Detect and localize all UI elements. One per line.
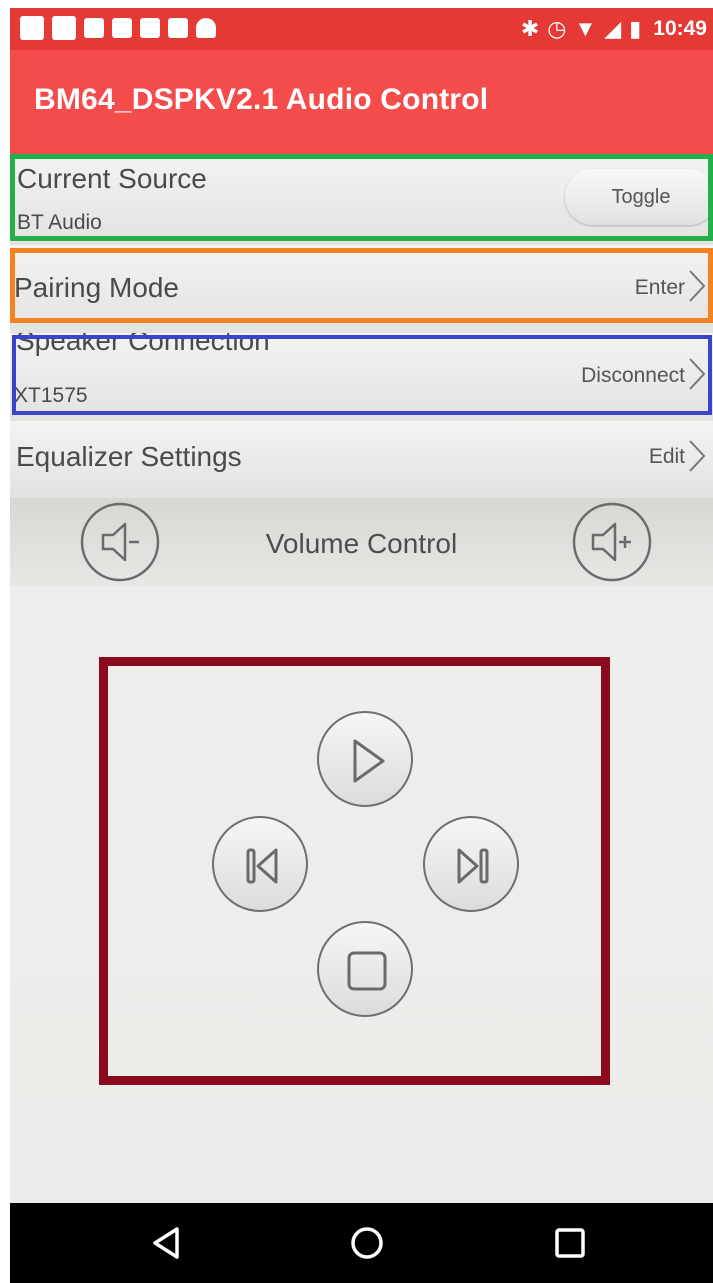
status-left-icons: [20, 16, 216, 42]
previous-track-button[interactable]: [212, 816, 308, 912]
play-icon: [353, 739, 385, 783]
pairing-mode-row[interactable]: Pairing Mode Enter: [10, 245, 713, 333]
status-right-icons: ✱ ◷ ▼ ◢ ▮ 10:49: [521, 16, 707, 42]
speaker-connection-row: Speaker Connection XT1575 Disconnect: [10, 333, 713, 421]
play-button[interactable]: [317, 711, 413, 807]
app-bar: BM64_DSPKV2.1 Audio Control: [10, 50, 713, 155]
back-icon[interactable]: [147, 1223, 187, 1263]
pairing-mode-label: Pairing Mode: [14, 272, 179, 303]
check-icon: [168, 18, 188, 38]
signal-icon: ◢: [604, 16, 622, 41]
chevron-right-icon: [689, 270, 706, 302]
android-icon: [196, 18, 216, 38]
equalizer-edit-action[interactable]: Edit: [649, 445, 685, 469]
app-notification-icon: [20, 16, 44, 40]
navigation-bar: [10, 1203, 713, 1283]
previous-track-icon: [246, 848, 278, 884]
bluetooth-icon: ✱: [520, 16, 540, 41]
office-icon: [112, 18, 132, 38]
speaker-connection-value: XT1575: [14, 384, 88, 407]
wifi-icon: ▼: [574, 16, 597, 41]
current-source-label: Current Source: [17, 163, 207, 194]
equalizer-label: Equalizer Settings: [16, 441, 242, 472]
next-track-icon: [457, 848, 489, 884]
next-track-button[interactable]: [423, 816, 519, 912]
recents-icon[interactable]: [550, 1223, 590, 1263]
status-bar: ✱ ◷ ▼ ◢ ▮ 10:49: [10, 8, 713, 50]
status-time: 10:49: [653, 17, 707, 40]
alarm-icon: ◷: [547, 16, 567, 41]
disconnect-action[interactable]: Disconnect: [581, 364, 685, 388]
speaker-connection-label: Speaker Connection: [16, 333, 270, 356]
home-icon[interactable]: [347, 1223, 387, 1263]
current-source-value: BT Audio: [17, 211, 102, 234]
chevron-right-icon: [689, 358, 706, 390]
book-icon: [140, 18, 160, 38]
volume-control-bar: Volume Control: [10, 498, 713, 586]
pairing-mode-action[interactable]: Enter: [635, 276, 685, 300]
app-title: BM64_DSPKV2.1 Audio Control: [34, 83, 489, 116]
chevron-right-icon: [689, 440, 706, 472]
equalizer-row[interactable]: Equalizer Settings Edit: [10, 421, 713, 498]
image-icon: [84, 18, 104, 38]
gmail-icon: [52, 16, 76, 40]
screen: ✱ ◷ ▼ ◢ ▮ 10:49 BM64_DSPKV2.1 Audio Cont…: [10, 8, 713, 1283]
stop-button[interactable]: [317, 921, 413, 1017]
battery-icon: ▮: [629, 16, 642, 41]
stop-icon: [347, 951, 387, 991]
toggle-button[interactable]: Toggle: [565, 169, 713, 225]
volume-up-icon[interactable]: [571, 501, 653, 583]
